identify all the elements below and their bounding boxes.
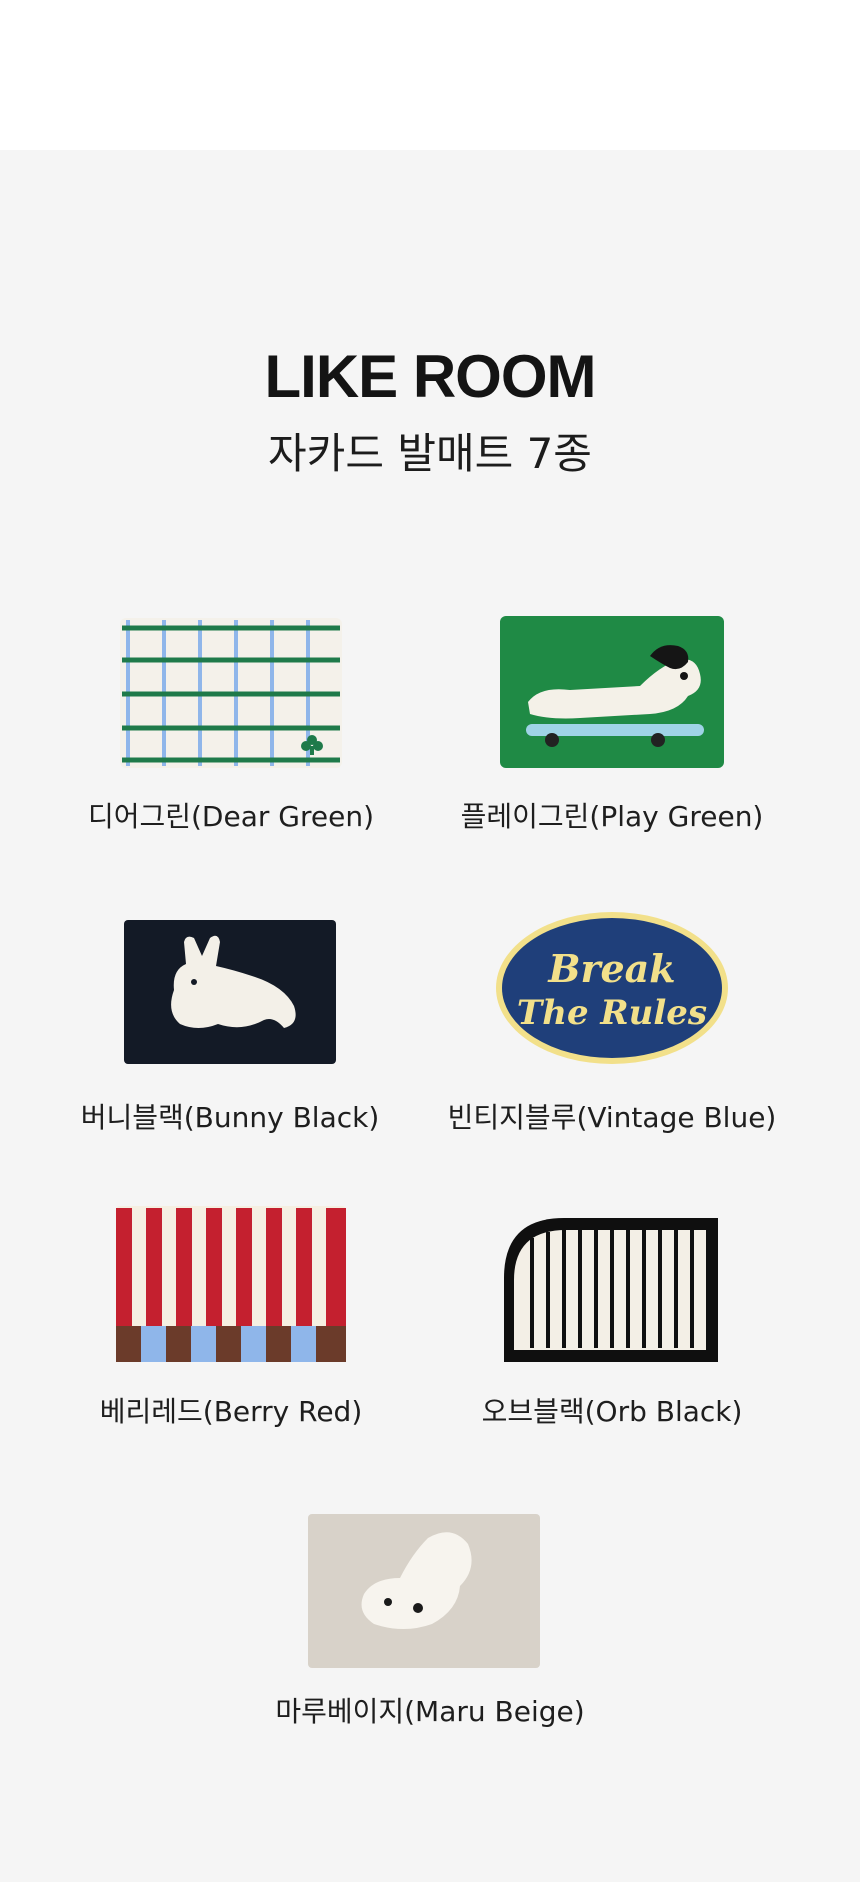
- dear-green-rug-image[interactable]: [120, 618, 342, 768]
- skateboard-dog-rug-icon: [500, 616, 724, 768]
- break-the-rules-oval-rug-icon: Break The Rules: [496, 912, 728, 1064]
- product-label-orb-black[interactable]: 오브블랙(Orb Black): [412, 1390, 812, 1430]
- rug-text-the-rules: The Rules: [517, 993, 707, 1033]
- play-green-rug-image[interactable]: [500, 616, 724, 768]
- maru-beige-rug-image[interactable]: [308, 1514, 540, 1668]
- red-stripe-rug-icon: [116, 1206, 346, 1362]
- product-label-bunny-black[interactable]: 버니블랙(Bunny Black): [30, 1096, 430, 1136]
- beige-puppy-rug-icon: [308, 1514, 540, 1668]
- top-spacer: [0, 0, 860, 150]
- orb-black-rug-image[interactable]: [504, 1218, 718, 1362]
- product-label-maru-beige[interactable]: 마루베이지(Maru Beige): [230, 1690, 630, 1730]
- product-label-berry-red[interactable]: 베리레드(Berry Red): [31, 1390, 431, 1430]
- product-label-dear-green[interactable]: 디어그린(Dear Green): [31, 795, 431, 835]
- berry-red-rug-image[interactable]: [116, 1206, 346, 1362]
- brand-title: LIKE ROOM: [264, 343, 597, 410]
- black-white-stripe-rug-icon: [504, 1218, 718, 1362]
- product-label-play-green[interactable]: 플레이그린(Play Green): [412, 795, 812, 835]
- rug-text-break: Break: [547, 946, 675, 991]
- bunny-black-rug-image[interactable]: [124, 920, 336, 1064]
- vintage-blue-rug-image[interactable]: Break The Rules: [494, 910, 730, 1066]
- grid-pattern-rug-icon: [120, 618, 342, 768]
- product-label-vintage-blue[interactable]: 빈티지블루(Vintage Blue): [412, 1096, 812, 1136]
- bunny-rug-icon: [124, 920, 336, 1064]
- collection-subtitle: 자카드 발매트 7종: [268, 429, 592, 478]
